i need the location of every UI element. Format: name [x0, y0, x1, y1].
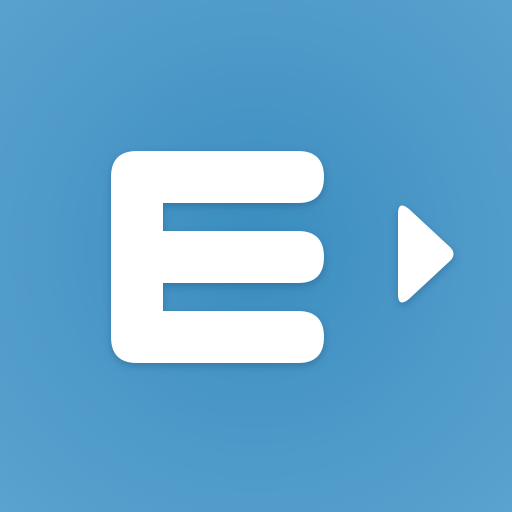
app-icon: E — [0, 0, 512, 512]
letter-e-icon — [111, 151, 324, 363]
play-arrow-icon — [398, 205, 454, 303]
letter-e-logo — [111, 151, 454, 363]
